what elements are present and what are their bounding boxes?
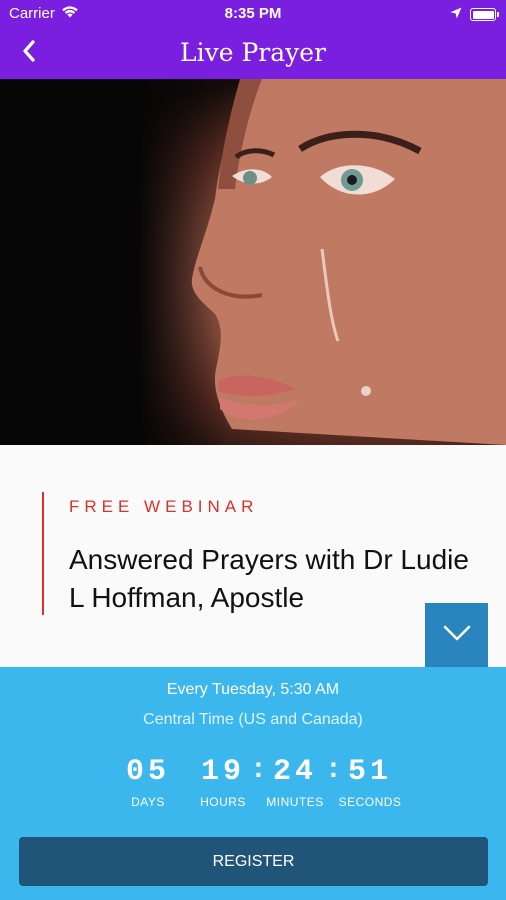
page-title: Live Prayer	[179, 38, 326, 67]
status-time: 8:35 PM	[224, 5, 282, 22]
battery-icon	[470, 8, 499, 21]
face-illustration	[191, 79, 506, 445]
timezone-text: Central Time (US and Canada)	[143, 711, 363, 728]
register-button[interactable]: REGISTER	[19, 837, 488, 886]
countdown-panel: Every Tuesday, 5:30 AM Central Time (US …	[0, 667, 506, 900]
seconds-label: SECONDS	[338, 795, 402, 809]
countdown-timer: 05 DAYS 19 HOURS : 24 MINUTES : 51 SECON…	[0, 755, 506, 815]
hours-label: HOURS	[200, 795, 246, 809]
schedule-text: Every Tuesday, 5:30 AM	[166, 681, 340, 698]
nav-bar: Live Prayer	[0, 28, 506, 79]
seconds-value: 51	[347, 755, 392, 789]
minutes-value: 24	[272, 755, 317, 789]
collapse-button[interactable]	[425, 603, 488, 667]
days-value: 05	[125, 755, 170, 789]
days-label: DAYS	[131, 795, 165, 809]
location-arrow-icon	[450, 6, 462, 23]
hero-image	[0, 79, 506, 445]
status-bar: Carrier 8:35 PM	[0, 0, 506, 28]
minutes-unit: 24 MINUTES	[255, 755, 335, 809]
status-right	[450, 6, 499, 23]
seconds-unit: 51 SECONDS	[330, 755, 410, 809]
accent-bar	[42, 492, 44, 615]
webinar-kicker: FREE WEBINAR	[69, 497, 259, 516]
minutes-label: MINUTES	[266, 795, 324, 809]
chevron-down-icon	[442, 624, 472, 647]
days-unit: 05 DAYS	[108, 755, 188, 809]
webinar-title: Answered Prayers with Dr Ludie L Hoffman…	[69, 544, 469, 613]
